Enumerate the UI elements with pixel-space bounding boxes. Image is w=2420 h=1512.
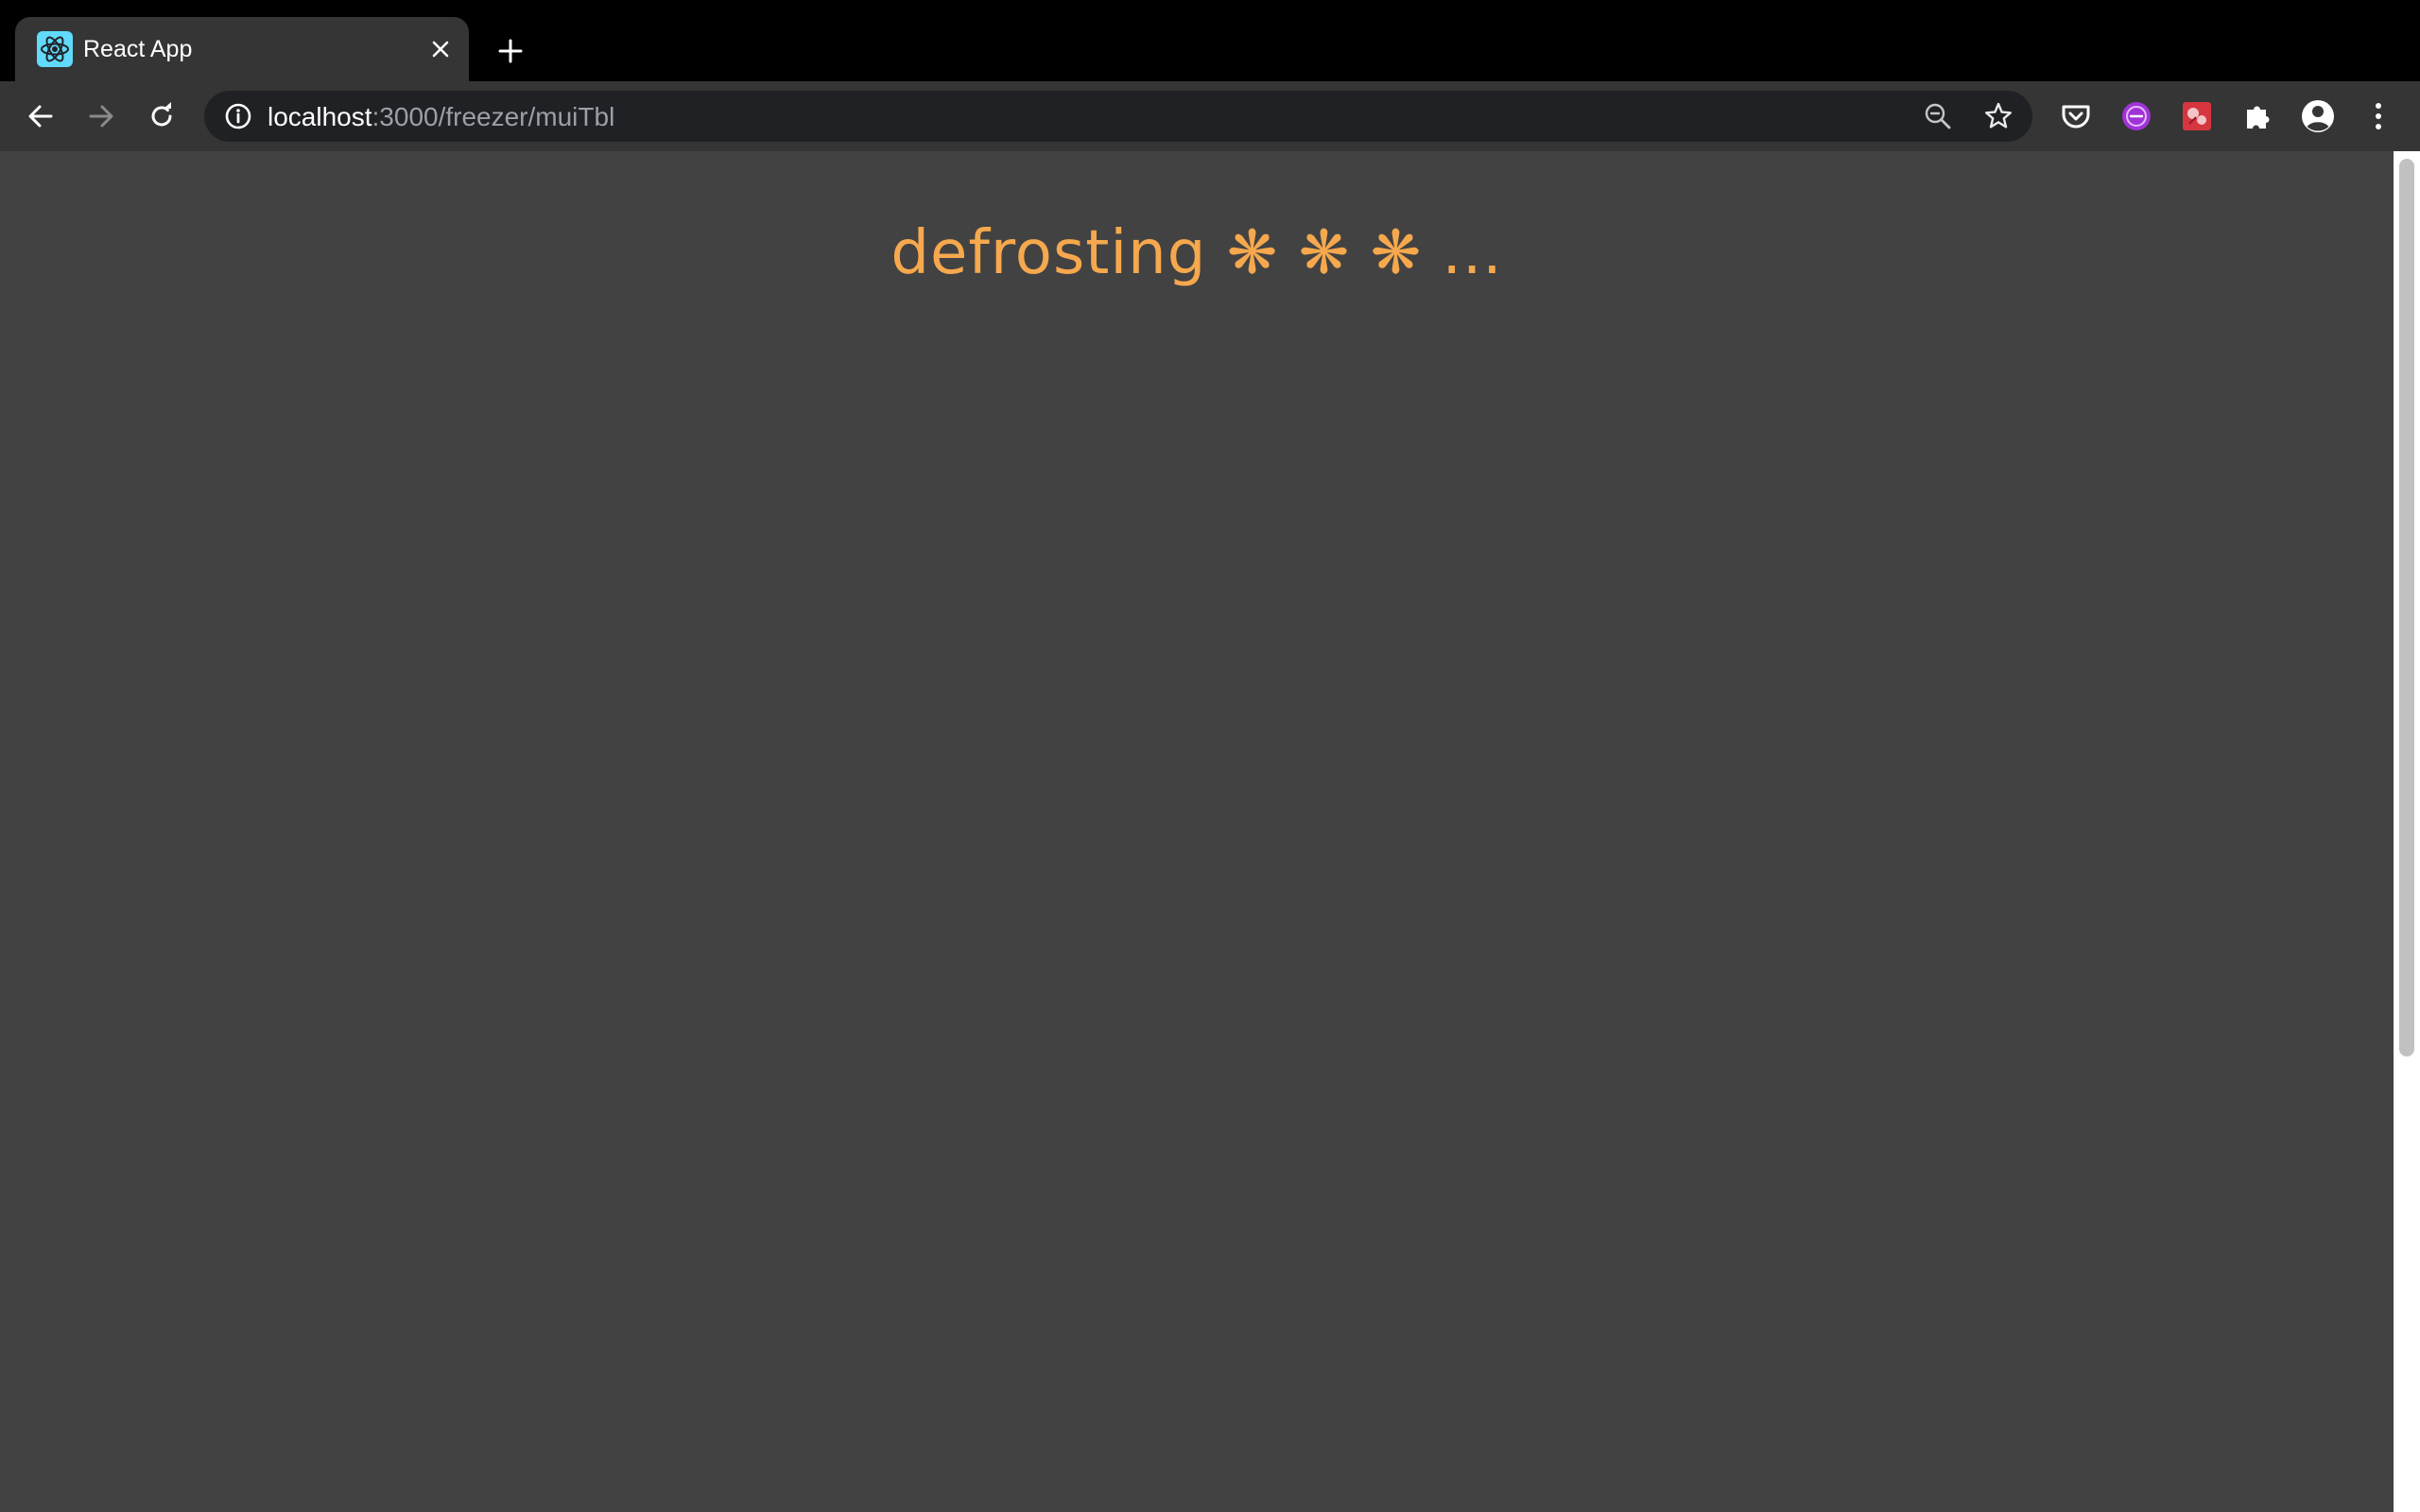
arrow-right-icon [89,105,113,128]
pocket-icon [2062,105,2090,129]
reload-button[interactable] [139,94,184,139]
browser-window: React App localhost:3000/freezer/muiTbl … [0,0,2420,1512]
extensions-button[interactable] [2235,94,2280,139]
url-path: :3000/freezer/muiTbl [372,102,615,131]
pocket-extension-button[interactable] [2053,94,2099,139]
purple-extension-icon [2122,102,2151,130]
profile-button[interactable] [2295,94,2341,139]
puzzle-icon [2247,106,2270,129]
star-icon[interactable] [1981,99,2015,133]
defrosting-status: defrosting ❋ ❋ ❋ ... [890,218,1503,288]
react-logo-icon [36,30,74,68]
tab-title: React App [83,36,193,62]
zoom-icon[interactable] [1921,99,1955,133]
arrow-left-icon [28,105,53,128]
url-text[interactable]: localhost:3000/freezer/muiTbl [268,102,614,132]
vertical-scrollbar[interactable] [2394,151,2420,1512]
tab-strip: React App [0,0,2420,81]
menu-button[interactable] [2356,94,2401,139]
url-host: localhost [268,102,372,131]
info-icon[interactable] [221,99,255,133]
red-extension-button[interactable] [2174,94,2220,139]
address-bar[interactable]: localhost:3000/freezer/muiTbl [204,91,2032,142]
browser-toolbar: localhost:3000/freezer/muiTbl [0,81,2420,151]
tab-react-app[interactable]: React App [15,17,469,81]
more-vert-icon [2376,103,2381,129]
account-icon [2302,100,2334,132]
scrollbar-thumb[interactable] [2399,159,2414,1057]
reload-icon [151,102,172,127]
red-extension-icon [2183,102,2211,130]
new-tab-button[interactable] [490,30,531,72]
plus-icon [498,39,523,63]
page-content: defrosting ❋ ❋ ❋ ... [0,151,2394,1512]
purple-extension-button[interactable] [2114,94,2159,139]
close-icon[interactable] [422,30,459,68]
back-button[interactable] [18,94,63,139]
forward-button[interactable] [78,94,124,139]
